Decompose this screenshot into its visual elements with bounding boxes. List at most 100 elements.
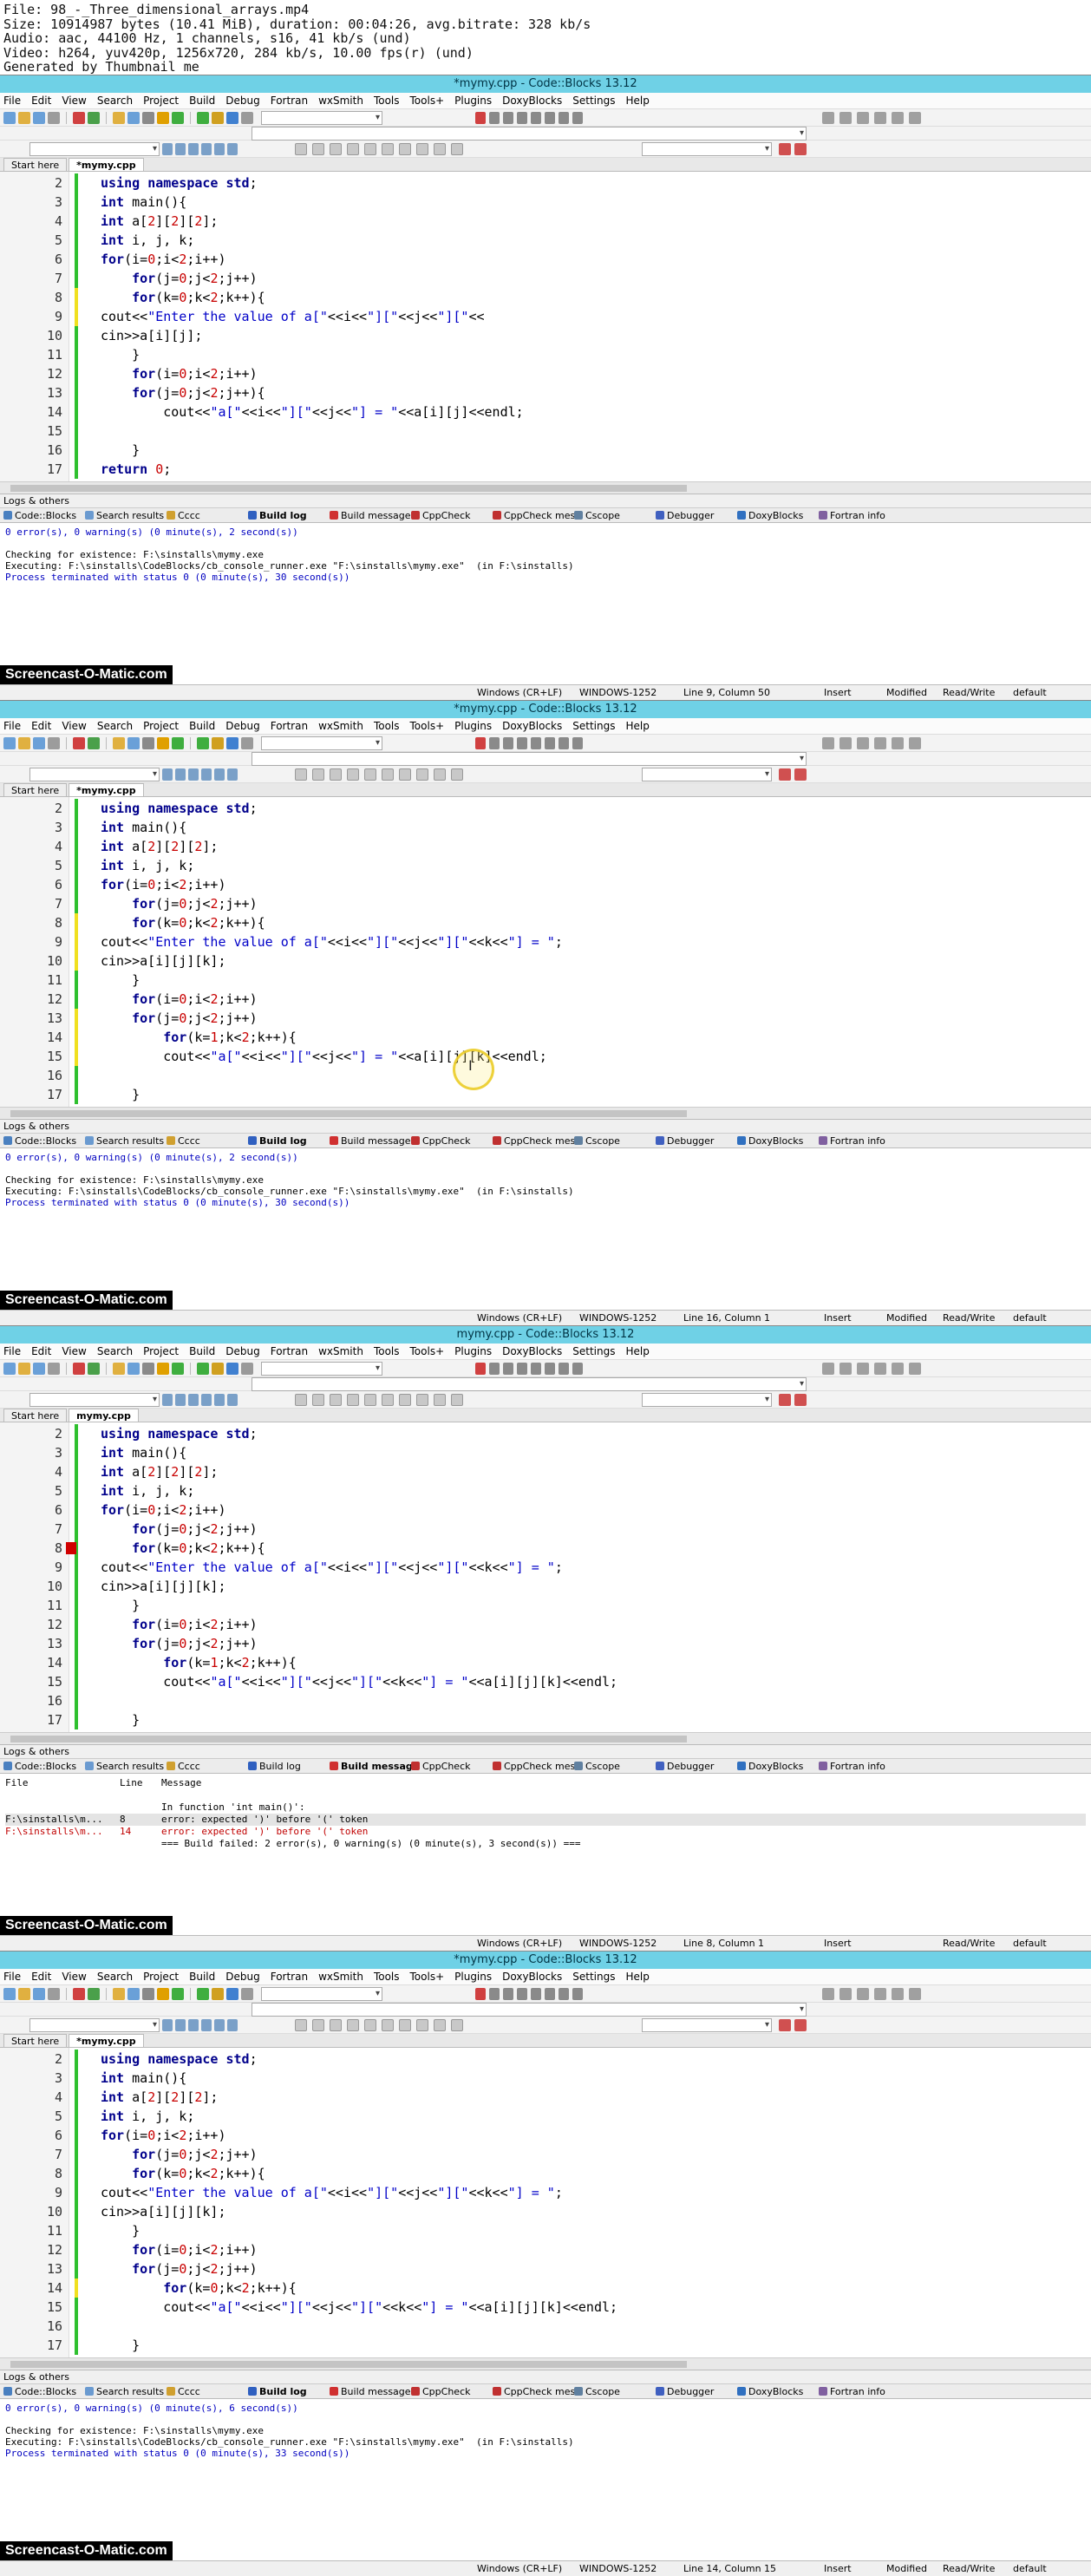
build-icon[interactable] <box>212 1987 224 2000</box>
find-prev-icon[interactable] <box>794 1393 807 1406</box>
log-tab-codeblocks[interactable]: Code::Blocks <box>3 2386 85 2397</box>
log-tab-cppcheck[interactable]: CppCheck <box>411 2386 493 2397</box>
new-file-icon[interactable] <box>3 1987 16 2000</box>
menu-debug[interactable]: Debug <box>225 720 259 732</box>
back-icon[interactable] <box>162 142 173 155</box>
log-tab-cppcheck[interactable]: CppCheck <box>411 510 493 521</box>
select-icon[interactable] <box>295 1393 307 1406</box>
stop-icon[interactable] <box>572 736 583 749</box>
paste-icon[interactable] <box>142 736 154 749</box>
horizontal-scrollbar[interactable] <box>0 481 1091 494</box>
jump-icon[interactable] <box>188 142 199 155</box>
log-tab-debugger[interactable]: Debugger <box>656 1761 737 1772</box>
step-into-icon[interactable] <box>517 1987 527 2000</box>
menu-search[interactable]: Search <box>97 1971 133 1983</box>
log-tab-buildlog[interactable]: Build log <box>248 510 330 521</box>
debug-icon[interactable] <box>475 111 486 124</box>
menu-doxyblocks[interactable]: DoxyBlocks <box>502 95 562 107</box>
debug-icon[interactable] <box>475 1362 486 1375</box>
html-icon[interactable] <box>892 736 904 749</box>
log-tab-buildlog[interactable]: Build log <box>248 1761 330 1772</box>
run-icon[interactable] <box>226 1987 238 2000</box>
find-next-icon[interactable] <box>779 768 791 781</box>
undo-icon[interactable] <box>73 111 85 124</box>
menu-edit[interactable]: Edit <box>31 95 51 107</box>
build-icon[interactable] <box>212 111 224 124</box>
build-target-combo[interactable] <box>261 1986 382 2001</box>
log-tab-codeblocks[interactable]: Code::Blocks <box>3 510 85 521</box>
doxy-icon[interactable] <box>839 1987 852 2000</box>
menu-fortran[interactable]: Fortran <box>271 1971 308 1983</box>
menu-plugins[interactable]: Plugins <box>454 95 492 107</box>
zoom-in-icon[interactable] <box>399 768 411 781</box>
menu-doxyblocks[interactable]: DoxyBlocks <box>502 720 562 732</box>
log-tab-buildlog[interactable]: Build log <box>248 2386 330 2397</box>
scrollbar-thumb[interactable] <box>10 1736 687 1742</box>
step-out-icon[interactable] <box>531 1362 541 1375</box>
menu-project[interactable]: Project <box>143 95 179 107</box>
chm-icon[interactable] <box>909 736 921 749</box>
highlight-icon[interactable] <box>227 768 238 781</box>
save-icon[interactable] <box>33 736 45 749</box>
menu-project[interactable]: Project <box>143 1345 179 1357</box>
next-line-icon[interactable] <box>503 736 513 749</box>
debug-icon[interactable] <box>475 1987 486 2000</box>
step-out-icon[interactable] <box>531 736 541 749</box>
log-tab-fortraninfo[interactable]: Fortran info <box>819 2386 900 2397</box>
select-icon[interactable] <box>295 768 307 781</box>
build-run-icon[interactable] <box>241 1362 253 1375</box>
paste-icon[interactable] <box>142 111 154 124</box>
log-tab-fortraninfo[interactable]: Fortran info <box>819 1761 900 1772</box>
log-tab-cscope[interactable]: Cscope <box>574 1761 656 1772</box>
copy-icon[interactable] <box>127 111 140 124</box>
tab-start-here[interactable]: Start here <box>3 158 68 171</box>
scope-combo[interactable] <box>252 127 807 141</box>
find-icon[interactable] <box>157 111 169 124</box>
undo-icon[interactable] <box>73 1987 85 2000</box>
search-combo[interactable] <box>642 2017 772 2032</box>
find-prev-icon[interactable] <box>794 2018 807 2031</box>
build-message-row[interactable]: In function 'int main()': <box>5 1801 1086 1814</box>
log-tab-cccc[interactable]: Cccc <box>167 510 248 521</box>
log-tab-doxyblocks[interactable]: DoxyBlocks <box>737 2386 819 2397</box>
scrollbar-thumb[interactable] <box>10 2361 687 2368</box>
menu-search[interactable]: Search <box>97 1345 133 1357</box>
line-icon[interactable] <box>330 2018 342 2031</box>
find-next-icon[interactable] <box>779 1393 791 1406</box>
c-icon[interactable] <box>451 2018 463 2031</box>
line-icon[interactable] <box>330 142 342 155</box>
cut-icon[interactable] <box>113 736 125 749</box>
build-icon[interactable] <box>212 1362 224 1375</box>
replace-icon[interactable] <box>172 1362 184 1375</box>
s-icon[interactable] <box>434 142 446 155</box>
doxy-icon[interactable] <box>839 111 852 124</box>
log-tab-fortraninfo[interactable]: Fortran info <box>819 510 900 521</box>
menu-edit[interactable]: Edit <box>31 720 51 732</box>
menu-plugins[interactable]: Plugins <box>454 1971 492 1983</box>
doxy-icon[interactable] <box>839 1362 852 1375</box>
save-icon[interactable] <box>33 111 45 124</box>
settings-icon[interactable] <box>197 111 209 124</box>
save-all-icon[interactable] <box>48 1987 60 2000</box>
next-instruction-icon[interactable] <box>545 1362 555 1375</box>
next-instruction-icon[interactable] <box>545 736 555 749</box>
run-to-cursor-icon[interactable] <box>489 1987 500 2000</box>
code-completion-combo[interactable] <box>29 767 160 781</box>
menu-settings[interactable]: Settings <box>572 95 615 107</box>
break-icon[interactable] <box>559 1362 569 1375</box>
horizontal-scrollbar[interactable] <box>0 1107 1091 1119</box>
comment-icon[interactable] <box>822 736 834 749</box>
copy-icon[interactable] <box>127 1987 140 2000</box>
marker-icon[interactable] <box>214 2018 225 2031</box>
s-icon[interactable] <box>434 1393 446 1406</box>
menu-tools+[interactable]: Tools+ <box>410 720 445 732</box>
code-editor[interactable]: 2 using namespace std; 3 int main(){4 int a[… <box>0 1422 1091 1745</box>
comment-icon[interactable] <box>822 1987 834 2000</box>
build-run-icon[interactable] <box>241 736 253 749</box>
menu-help[interactable]: Help <box>625 1971 649 1983</box>
cut-icon[interactable] <box>113 111 125 124</box>
log-tab-searchresults[interactable]: Search results <box>85 1135 167 1147</box>
save-icon[interactable] <box>33 1362 45 1375</box>
block-icon[interactable] <box>312 768 324 781</box>
indent-icon[interactable] <box>347 2018 359 2031</box>
